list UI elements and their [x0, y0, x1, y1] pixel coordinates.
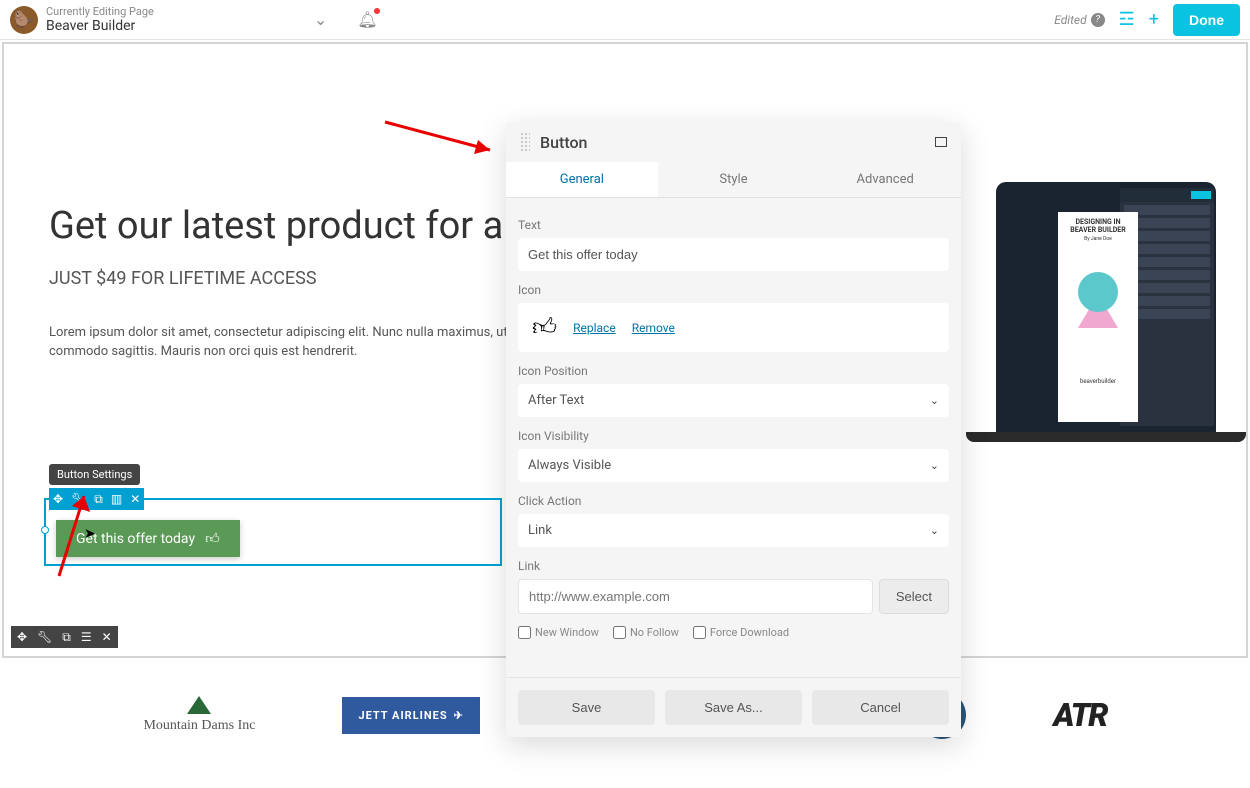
thumbs-up-icon: 👍︎: [205, 530, 220, 547]
top-bar: 🦫 Currently Editing Page Beaver Builder …: [0, 0, 1250, 40]
logo-jett: JETT AIRLINES✈︎: [342, 697, 479, 734]
module-toolbar: ✥ 🔧︎ ⧉ ▥ ✕: [49, 488, 144, 510]
editing-label: Currently Editing Page: [46, 5, 154, 18]
move-icon[interactable]: ✥: [17, 630, 27, 644]
page-dropdown-icon[interactable]: ⌄: [314, 10, 327, 29]
remove-icon[interactable]: ✕: [102, 630, 112, 644]
duplicate-icon[interactable]: ⧉: [94, 492, 103, 507]
text-input[interactable]: [518, 238, 949, 271]
page-info[interactable]: Currently Editing Page Beaver Builder: [46, 5, 154, 34]
cancel-button[interactable]: Cancel: [812, 690, 949, 725]
hero-description: Lorem ipsum dolor sit amet, consectetur …: [49, 323, 509, 362]
selected-module[interactable]: Button Settings ✥ 🔧︎ ⧉ ▥ ✕ Get this offe…: [44, 498, 502, 566]
expand-icon[interactable]: [935, 137, 947, 147]
tab-style[interactable]: Style: [658, 162, 810, 197]
link-input[interactable]: [518, 579, 873, 614]
menu-icon[interactable]: ☰: [81, 630, 92, 644]
select-button[interactable]: Select: [879, 579, 949, 614]
logo-mountain: Mountain Dams Inc: [143, 696, 255, 734]
page-title: Beaver Builder: [46, 18, 154, 34]
settings-icon[interactable]: 🔧︎: [71, 492, 86, 506]
chevron-down-icon: ⌄: [930, 459, 939, 472]
icon-position-select[interactable]: After Text⌄: [518, 384, 949, 417]
settings-panel: Button General Style Advanced Text Icon …: [506, 122, 961, 737]
laptop-mockup: DESIGNING IN BEAVER BUILDER By Jane Doe …: [916, 182, 1248, 542]
label-icon-visibility: Icon Visibility: [518, 429, 949, 443]
click-action-select[interactable]: Link⌄: [518, 514, 949, 547]
duplicate-icon[interactable]: ⧉: [62, 630, 71, 645]
icon-field: 👍︎ Replace Remove: [518, 303, 949, 352]
columns-icon[interactable]: ▥: [111, 492, 122, 506]
label-click-action: Click Action: [518, 494, 949, 508]
no-follow-checkbox[interactable]: No Follow: [613, 626, 679, 639]
new-window-checkbox[interactable]: New Window: [518, 626, 599, 639]
panel-tabs: General Style Advanced: [506, 162, 961, 198]
outline-icon[interactable]: ☲: [1119, 9, 1135, 30]
move-icon[interactable]: ✥: [53, 492, 63, 506]
plane-icon: ✈︎: [454, 709, 464, 722]
label-icon: Icon: [518, 283, 949, 297]
remove-link[interactable]: Remove: [632, 321, 675, 335]
tab-general[interactable]: General: [506, 162, 658, 197]
panel-title: Button: [540, 133, 587, 152]
notification-icon[interactable]: 🔔︎: [357, 10, 377, 29]
resize-handle-icon[interactable]: [41, 526, 49, 534]
label-icon-position: Icon Position: [518, 364, 949, 378]
tab-advanced[interactable]: Advanced: [809, 162, 961, 197]
save-button[interactable]: Save: [518, 690, 655, 725]
label-text: Text: [518, 218, 949, 232]
done-button[interactable]: Done: [1173, 4, 1240, 36]
replace-link[interactable]: Replace: [573, 321, 616, 335]
label-link: Link: [518, 559, 949, 573]
remove-icon[interactable]: ✕: [130, 492, 140, 506]
chevron-down-icon: ⌄: [930, 394, 939, 407]
cursor-icon: ➤: [84, 526, 96, 542]
drag-handle-icon[interactable]: [520, 132, 530, 152]
save-as-button[interactable]: Save As...: [665, 690, 802, 725]
help-icon[interactable]: ?: [1091, 13, 1105, 27]
icon-visibility-select[interactable]: Always Visible⌄: [518, 449, 949, 482]
logo-atr: ATR: [1053, 696, 1106, 734]
chevron-down-icon: ⌄: [930, 524, 939, 537]
settings-icon[interactable]: 🔧︎: [37, 630, 52, 644]
edited-status: Edited ?: [1054, 13, 1104, 27]
force-download-checkbox[interactable]: Force Download: [693, 626, 789, 639]
add-content-icon[interactable]: +: [1149, 9, 1159, 30]
row-toolbar: ✥ 🔧︎ ⧉ ☰ ✕: [11, 626, 118, 648]
thumbs-up-icon: 👍︎: [532, 313, 557, 342]
mountain-icon: [187, 696, 211, 714]
module-tooltip: Button Settings: [49, 464, 140, 485]
app-logo-icon: 🦫: [10, 6, 38, 34]
